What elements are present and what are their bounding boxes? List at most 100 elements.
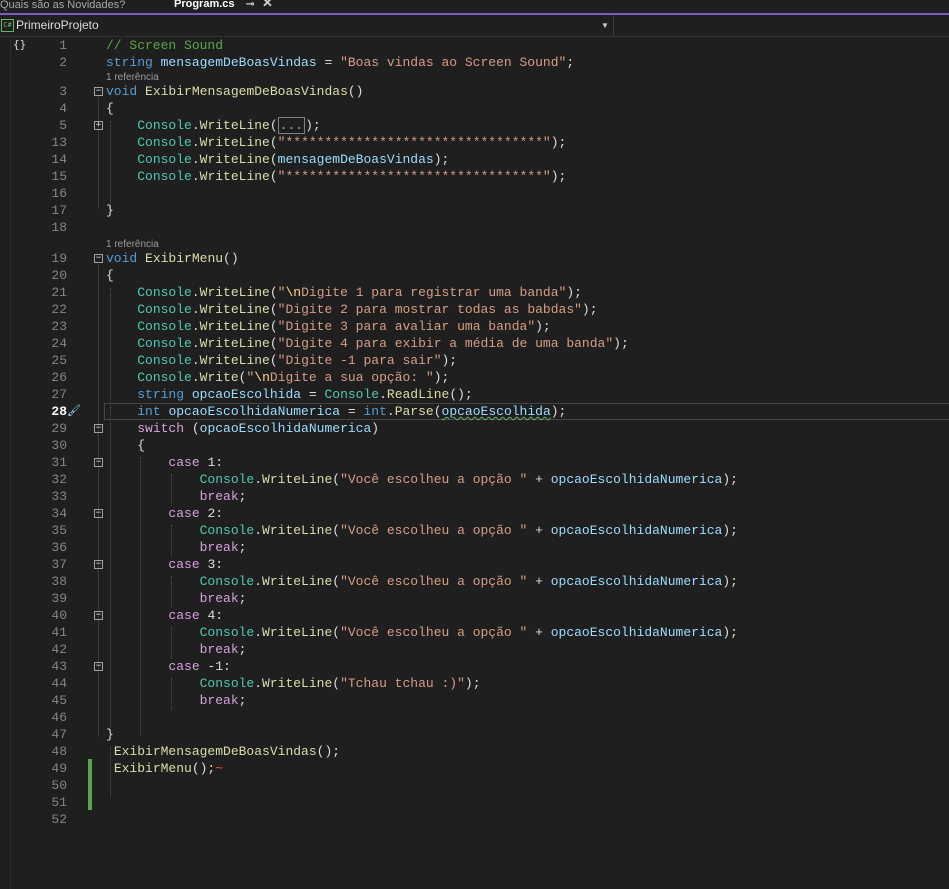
code-text: Console.WriteLine("Digite 2 para mostrar…: [137, 302, 598, 317]
collapse-toggle-icon[interactable]: −: [94, 424, 103, 433]
code-line: 30 {: [0, 437, 949, 454]
code-editor[interactable]: {} 1 // Screen Sound 2 string mensagemDe…: [0, 37, 949, 889]
navigation-bar: C# PrimeiroProjeto ▼: [0, 15, 949, 37]
code-text: case 3:: [168, 557, 224, 572]
code-line: 23 Console.WriteLine("Digite 3 para aval…: [0, 318, 949, 335]
navbar-divider: [613, 15, 614, 36]
line-number: 1: [59, 38, 67, 53]
code-line: 45 break;: [0, 692, 949, 709]
code-line: 52: [0, 811, 949, 828]
line-number: 50: [51, 778, 67, 793]
code-line: 14 Console.WriteLine(mensagemDeBoasVinda…: [0, 151, 949, 168]
chevron-down-icon[interactable]: ▼: [601, 21, 609, 30]
code-line: 33 break;: [0, 488, 949, 505]
line-number: 29: [51, 421, 67, 436]
code-text: Console.WriteLine("Você escolheu a opção…: [199, 574, 738, 589]
line-number: 17: [51, 203, 67, 218]
code-text: Console.WriteLine("*********************…: [137, 169, 567, 184]
code-line: 26 Console.Write("\nDigite a sua opção: …: [0, 369, 949, 386]
code-line: 39 break;: [0, 590, 949, 607]
code-lens-row: 1 referência: [0, 238, 949, 250]
line-number: 26: [51, 370, 67, 385]
tab-whats-new[interactable]: Quais são as Novidades?: [0, 0, 125, 12]
line-number: 2: [59, 55, 67, 70]
pin-icon[interactable]: ⊸: [246, 0, 254, 10]
line-number: 20: [51, 268, 67, 283]
code-line-current: 28 🖌 int opcaoEscolhidaNumerica = int.Pa…: [0, 403, 949, 420]
line-number: 47: [51, 727, 67, 742]
line-number: 21: [51, 285, 67, 300]
code-text: Console.WriteLine("Digite 4 para exibir …: [137, 336, 629, 351]
code-text: Console.WriteLine("\nDigite 1 para regis…: [137, 285, 582, 300]
tab-program-cs[interactable]: Program.cs ⊸ ✕: [168, 0, 282, 12]
line-number: 43: [51, 659, 67, 674]
code-line: 19 − void ExibirMenu(): [0, 250, 949, 267]
project-selector[interactable]: PrimeiroProjeto: [16, 18, 99, 32]
line-number: 25: [51, 353, 67, 368]
line-number: 52: [51, 812, 67, 827]
line-number: 33: [51, 489, 67, 504]
code-line: 36 break;: [0, 539, 949, 556]
code-text: Console.WriteLine("Você escolheu a opção…: [199, 523, 738, 538]
collapsed-region[interactable]: ...: [277, 117, 306, 134]
code-line: 2 string mensagemDeBoasVindas = "Boas vi…: [0, 54, 949, 71]
code-line: 42 break;: [0, 641, 949, 658]
line-number: 32: [51, 472, 67, 487]
line-number: 40: [51, 608, 67, 623]
line-number: 45: [51, 693, 67, 708]
code-text: int opcaoEscolhidaNumerica = int.Parse(o…: [137, 404, 567, 419]
code-text: break;: [199, 540, 247, 555]
code-text: break;: [199, 693, 247, 708]
line-number: 14: [51, 152, 67, 167]
code-line: 17 }: [0, 202, 949, 219]
line-number: 39: [51, 591, 67, 606]
collapse-toggle-icon[interactable]: −: [94, 254, 103, 263]
code-line: 3 − void ExibirMensagemDeBoasVindas(): [0, 83, 949, 100]
code-line: 37 − case 3:: [0, 556, 949, 573]
line-number: 3: [59, 84, 67, 99]
code-text: }: [106, 203, 114, 218]
collapse-toggle-icon[interactable]: −: [94, 87, 103, 96]
code-line: 15 Console.WriteLine("******************…: [0, 168, 949, 185]
collapse-toggle-icon[interactable]: −: [94, 458, 103, 467]
line-number: 46: [51, 710, 67, 725]
code-line: 40 − case 4:: [0, 607, 949, 624]
code-text: Console.WriteLine("Tchau tchau :)");: [199, 676, 481, 691]
code-text: // Screen Sound: [106, 38, 224, 53]
collapse-toggle-icon[interactable]: −: [94, 560, 103, 569]
line-number: 51: [51, 795, 67, 810]
line-number: 27: [51, 387, 67, 402]
code-line: 4 {: [0, 100, 949, 117]
line-number: 30: [51, 438, 67, 453]
code-line: 22 Console.WriteLine("Digite 2 para most…: [0, 301, 949, 318]
line-number: 24: [51, 336, 67, 351]
code-text: void ExibirMenu(): [106, 251, 239, 266]
code-line: 46: [0, 709, 949, 726]
collapse-toggle-icon[interactable]: −: [94, 662, 103, 671]
line-number: 31: [51, 455, 67, 470]
code-text: }: [106, 727, 114, 742]
code-text: ExibirMensagemDeBoasVindas();: [113, 744, 341, 759]
line-number: 5: [59, 118, 67, 133]
quick-actions-brush-icon[interactable]: 🖌: [67, 404, 81, 417]
line-number: 36: [51, 540, 67, 555]
line-number: 34: [51, 506, 67, 521]
code-text: ExibirMenu();~: [113, 761, 224, 776]
code-line: 35 Console.WriteLine("Você escolheu a op…: [0, 522, 949, 539]
collapse-toggle-icon[interactable]: −: [94, 509, 103, 518]
code-text: Console.WriteLine("*********************…: [137, 135, 567, 150]
code-text: Console.WriteLine(mensagemDeBoasVindas);: [137, 152, 450, 167]
expand-toggle-icon[interactable]: +: [94, 121, 103, 130]
collapse-toggle-icon[interactable]: −: [94, 611, 103, 620]
line-number: 42: [51, 642, 67, 657]
code-text: case 1:: [168, 455, 224, 470]
line-number: 41: [51, 625, 67, 640]
code-lens-row: 1 referência: [0, 71, 949, 83]
code-line: 18: [0, 219, 949, 236]
close-icon[interactable]: ✕: [262, 0, 273, 9]
code-line: 31 − case 1:: [0, 454, 949, 471]
code-text: void ExibirMensagemDeBoasVindas(): [106, 84, 364, 99]
code-text: Console.Write("\nDigite a sua opção: ");: [137, 370, 450, 385]
code-line: 27 string opcaoEscolhida = Console.ReadL…: [0, 386, 949, 403]
code-line: 43 − case -1:: [0, 658, 949, 675]
